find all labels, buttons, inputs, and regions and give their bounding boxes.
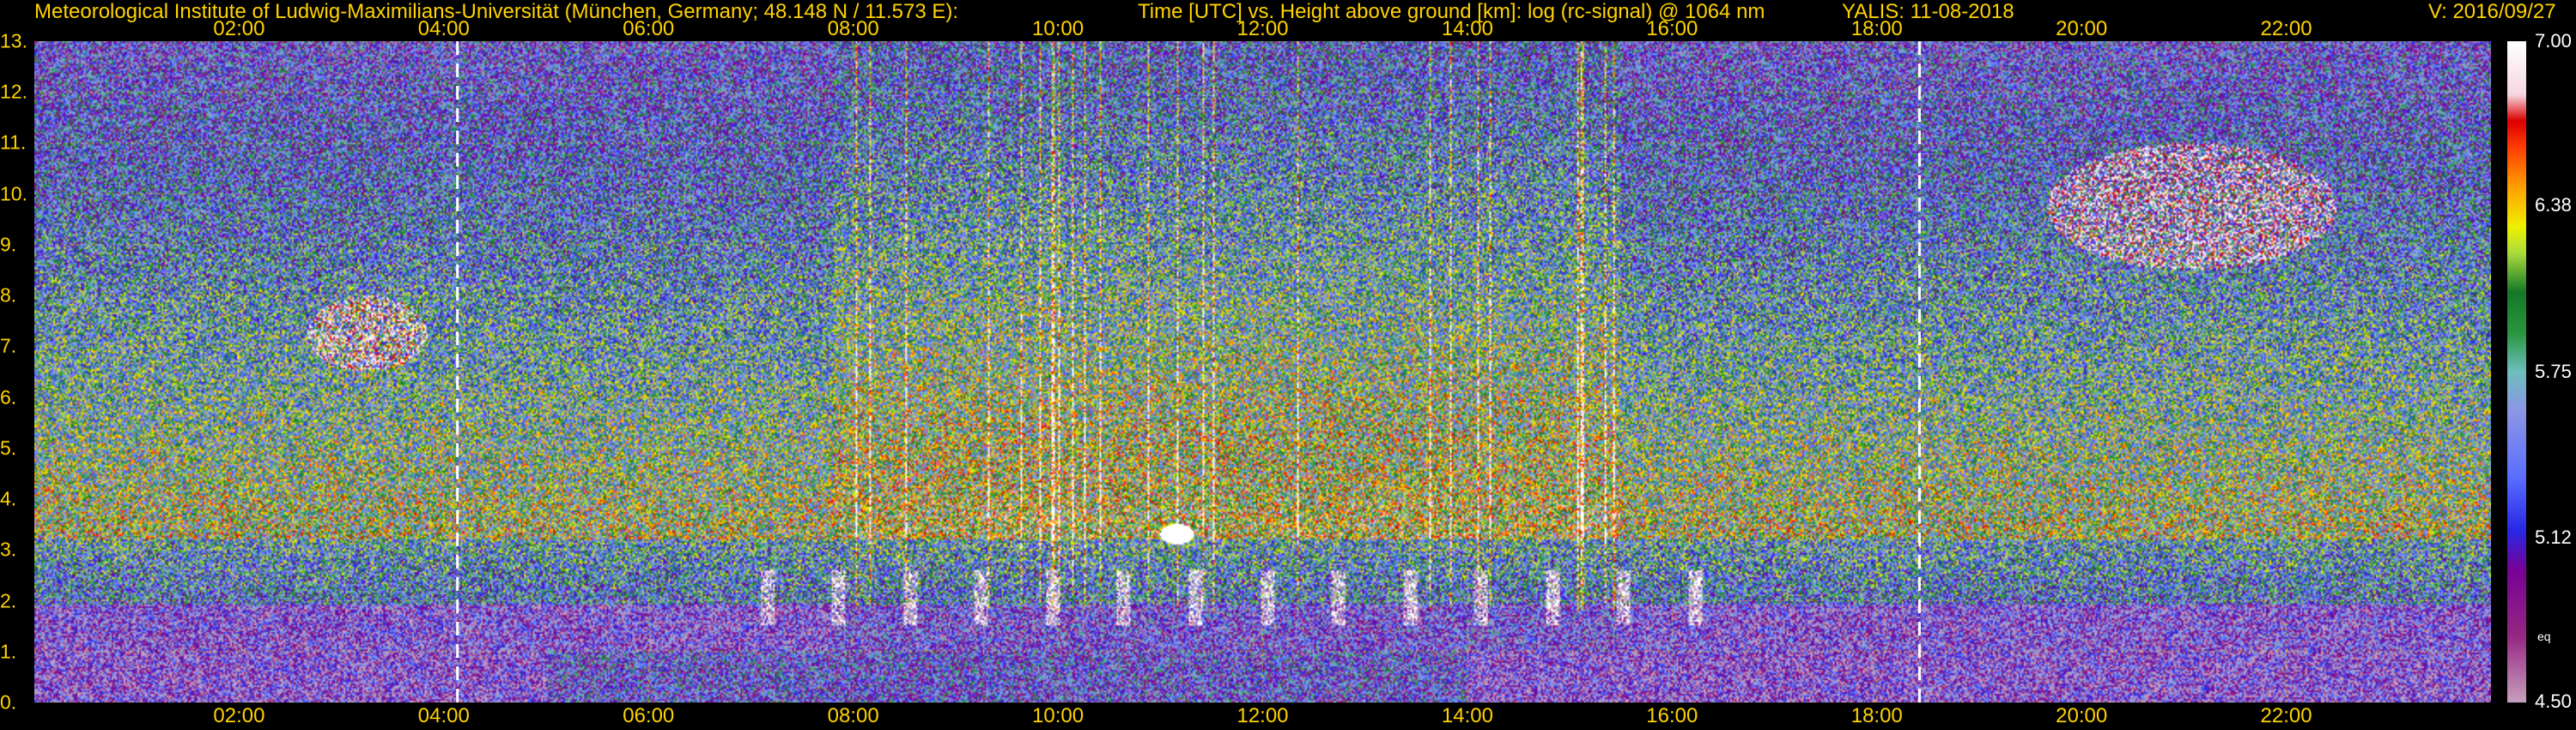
bottom-time-tick: 14:00 bbox=[1441, 704, 1493, 727]
top-time-tick: 04:00 bbox=[417, 17, 470, 40]
bottom-time-tick: 04:00 bbox=[417, 704, 470, 727]
height-tick: 1. bbox=[0, 640, 17, 663]
bottom-time-tick: 22:00 bbox=[2260, 704, 2312, 727]
bottom-time-tick: 08:00 bbox=[827, 704, 879, 727]
height-tick: 6. bbox=[0, 386, 17, 409]
height-tick: 3. bbox=[0, 538, 17, 561]
top-time-tick: 08:00 bbox=[827, 17, 879, 40]
colorbar-tick: 6.38 bbox=[2535, 193, 2572, 216]
plot-overlay bbox=[34, 41, 2491, 703]
top-time-tick: 22:00 bbox=[2260, 17, 2312, 40]
top-time-tick: 14:00 bbox=[1441, 17, 1493, 40]
institute-title: Meteorological Institute of Ludwig-Maxim… bbox=[34, 0, 959, 23]
top-time-tick: 02:00 bbox=[213, 17, 265, 40]
top-time-tick: 20:00 bbox=[2056, 17, 2108, 40]
height-tick: 4. bbox=[0, 487, 17, 510]
bottom-time-tick: 20:00 bbox=[2056, 704, 2108, 727]
colorbar-tick: 5.12 bbox=[2535, 526, 2572, 549]
top-time-tick: 16:00 bbox=[1646, 17, 1698, 40]
top-time-tick: 06:00 bbox=[623, 17, 675, 40]
height-tick: 2. bbox=[0, 589, 17, 612]
height-tick: 9. bbox=[0, 233, 17, 256]
bottom-time-tick: 18:00 bbox=[1850, 704, 1903, 727]
bottom-time-tick: 16:00 bbox=[1646, 704, 1698, 727]
height-tick: 10. bbox=[0, 182, 27, 205]
version-label: V: 2016/09/27 bbox=[2428, 0, 2556, 23]
top-time-tick: 12:00 bbox=[1236, 17, 1289, 40]
height-tick: 5. bbox=[0, 436, 17, 459]
height-tick: 12. bbox=[0, 80, 27, 103]
colorbar bbox=[2507, 41, 2526, 703]
colorbar-tick: 5.75 bbox=[2535, 360, 2572, 382]
bottom-time-tick: 12:00 bbox=[1236, 704, 1289, 727]
colorbar-tick: 7.00 bbox=[2535, 30, 2572, 52]
top-time-tick: 18:00 bbox=[1850, 17, 1903, 40]
bottom-time-tick: 10:00 bbox=[1032, 704, 1084, 727]
height-tick: 8. bbox=[0, 283, 17, 307]
bottom-time-tick: 02:00 bbox=[213, 704, 265, 727]
bottom-time-tick: 06:00 bbox=[623, 704, 675, 727]
height-tick: 11. bbox=[0, 131, 27, 154]
top-time-tick: 10:00 bbox=[1032, 17, 1084, 40]
colorbar-tick: 4.50 bbox=[2535, 690, 2572, 712]
height-tick: 7. bbox=[0, 334, 17, 357]
colorbar-label: eq bbox=[2537, 630, 2551, 643]
height-tick: 0. bbox=[0, 690, 17, 714]
height-tick: 13. bbox=[0, 29, 27, 52]
